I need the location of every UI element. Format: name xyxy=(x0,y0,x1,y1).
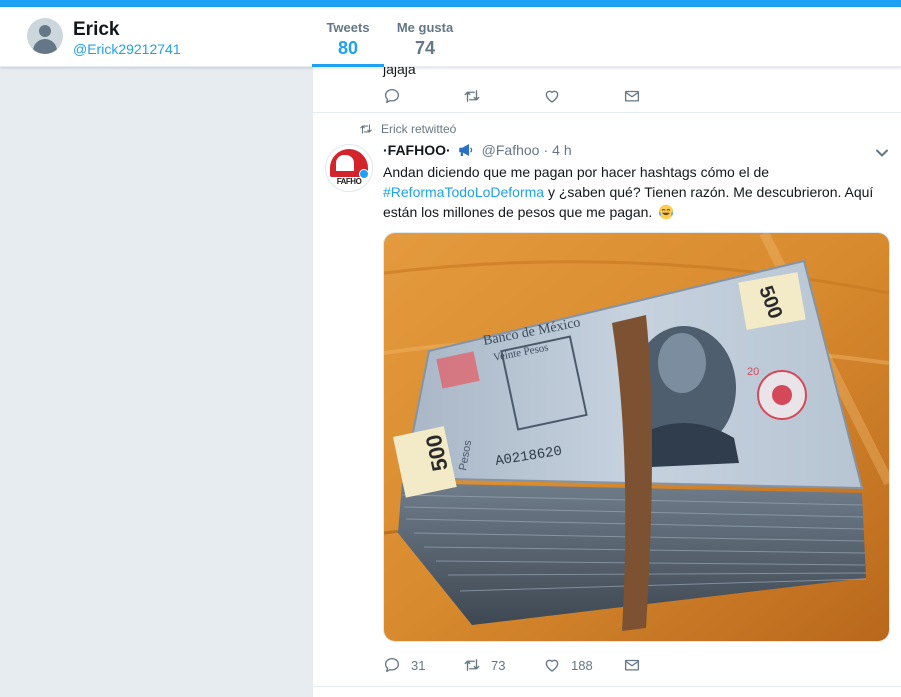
avatar-badge xyxy=(359,169,369,179)
retweet-context-label: Erick retwitteó xyxy=(381,122,457,136)
likes-stat-value: 74 xyxy=(414,38,436,58)
active-tab-indicator xyxy=(312,64,384,67)
retweet-icon xyxy=(360,124,372,134)
like-button[interactable] xyxy=(543,87,623,105)
dm-button[interactable] xyxy=(623,87,641,105)
tears-of-joy-emoji xyxy=(658,204,674,220)
profile-handle[interactable]: @Erick29212741 xyxy=(73,41,181,57)
hashtag-link[interactable]: #ReformaTodoLoDeforma xyxy=(383,184,544,200)
tweet-text-part1: Andan diciendo que me pagan por hacer ha… xyxy=(383,164,770,180)
tweet-header: ·FAFHOO· @Fafhoo · 4 h xyxy=(383,142,572,158)
envelope-icon xyxy=(624,90,640,102)
tweets-stat-label: Tweets xyxy=(326,20,370,35)
heart-icon xyxy=(545,659,559,672)
megaphone-icon xyxy=(458,144,472,156)
header-separator: · xyxy=(543,142,549,158)
profile-header: Erick @Erick29212741 Tweets 80 Me gusta … xyxy=(0,7,901,67)
heart-icon xyxy=(545,90,559,103)
avatar-logo-highlight xyxy=(336,155,354,171)
retweet-context[interactable]: Erick retwitteó xyxy=(359,122,456,136)
like-button[interactable]: 188 xyxy=(543,656,623,674)
tweets-stat-value: 80 xyxy=(337,38,359,58)
retweet-icon xyxy=(464,659,480,671)
tweet-timestamp[interactable]: 4 h xyxy=(552,142,571,158)
reply-icon xyxy=(384,88,400,104)
chevron-down-icon xyxy=(876,149,888,157)
previous-tweet[interactable]: jajaja xyxy=(313,67,901,113)
dm-button[interactable] xyxy=(623,656,641,674)
top-accent-bar xyxy=(0,0,901,7)
reply-button[interactable] xyxy=(383,87,463,105)
author-avatar[interactable]: FAFHO xyxy=(325,144,373,192)
envelope-icon xyxy=(624,659,640,671)
reply-count: 31 xyxy=(411,657,426,673)
tab-likes[interactable]: Me gusta 74 xyxy=(390,20,460,59)
retweet-button[interactable] xyxy=(463,87,543,105)
tab-tweets[interactable]: Tweets 80 xyxy=(314,20,382,59)
tweet[interactable]: Erick retwitteó FAFHO ·FAFHOO· @Fafhoo ·… xyxy=(313,114,901,687)
timeline: jajaja Erick retwitteó FAFHO ·FAFHOO· @F… xyxy=(313,67,901,697)
tag-500-right: 500 xyxy=(738,272,806,330)
retweet-button[interactable]: 73 xyxy=(463,656,543,674)
previous-tweet-text: jajaja xyxy=(383,67,416,77)
retweet-count: 73 xyxy=(491,657,506,673)
retweet-icon xyxy=(464,90,480,102)
author-name[interactable]: ·FAFHOO· xyxy=(383,142,451,158)
reply-button[interactable]: 31 xyxy=(383,656,463,674)
note-corner-number: 20 xyxy=(747,366,759,378)
avatar[interactable] xyxy=(27,18,63,54)
banknote-stack-photo: 20 Banco de México Veinte Pesos A0218620… xyxy=(384,233,889,641)
likes-stat-label: Me gusta xyxy=(396,20,454,35)
profile-name[interactable]: Erick xyxy=(73,19,119,41)
avatar-default-body xyxy=(33,39,57,54)
previous-tweet-actions xyxy=(383,86,641,106)
author-handle[interactable]: @Fafhoo xyxy=(482,142,540,158)
tweet-image[interactable]: 20 Banco de México Veinte Pesos A0218620… xyxy=(383,232,890,642)
next-tweet[interactable] xyxy=(313,688,901,697)
reply-icon xyxy=(384,657,400,673)
tweet-text: Andan diciendo que me pagan por hacer ha… xyxy=(383,162,883,222)
tweet-menu-button[interactable] xyxy=(875,146,889,160)
avatar-default-head xyxy=(39,25,51,37)
tweet-actions: 31 73 188 xyxy=(383,655,641,675)
like-count: 188 xyxy=(571,657,593,673)
